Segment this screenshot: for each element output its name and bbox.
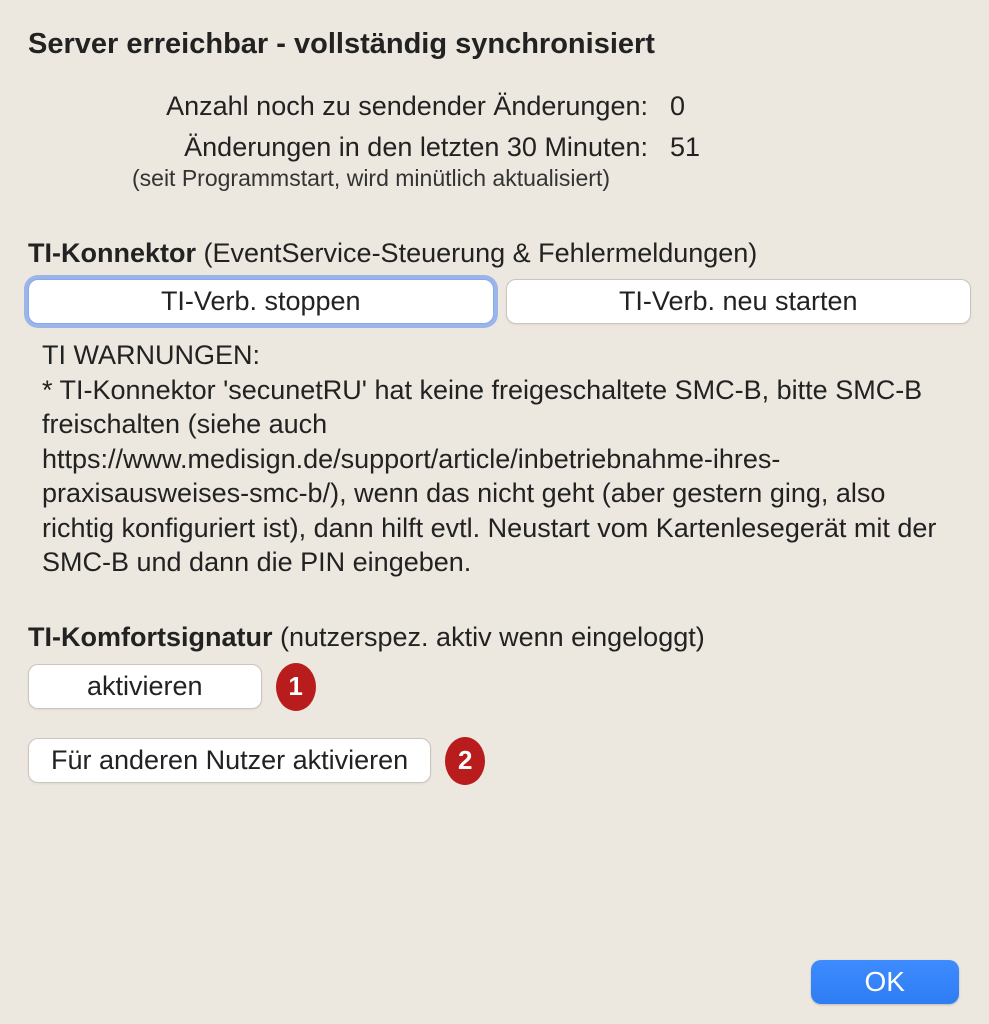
annotation-badge-2: 2 [445, 737, 485, 785]
recent-changes-note: (seit Programmstart, wird minütlich aktu… [132, 165, 971, 192]
recent-changes-label: Änderungen in den letzten 30 Minuten: [108, 132, 648, 163]
ti-connector-buttons: TI-Verb. stoppen TI-Verb. neu starten [28, 279, 971, 324]
ti-warnings-heading: TI WARNUNGEN: [42, 338, 963, 373]
dialog-panel: Server erreichbar - vollständig synchron… [0, 0, 989, 1024]
ti-signature-heading: TI-Komfortsignatur (nutzerspez. aktiv we… [28, 622, 971, 653]
pending-changes-label: Anzahl noch zu sendender Änderungen: [108, 91, 648, 122]
ti-warnings: TI WARNUNGEN: * TI-Konnektor 'secunetRU'… [42, 338, 963, 580]
header-title: Server erreichbar - vollständig synchron… [28, 28, 971, 61]
annotation-badge-1: 1 [276, 663, 316, 711]
ti-connector-subtitle: (EventService-Steuerung & Fehlermeldunge… [196, 238, 757, 268]
recent-changes-value: 51 [670, 132, 700, 163]
activate-other-row: Für anderen Nutzer aktivieren 2 [28, 737, 971, 785]
ti-signature-subtitle: (nutzerspez. aktiv wenn eingeloggt) [272, 622, 704, 652]
ti-warnings-body: * TI-Konnektor 'secunetRU' hat keine fre… [42, 373, 963, 580]
activate-other-user-button[interactable]: Für anderen Nutzer aktivieren [28, 738, 431, 783]
pending-changes-value: 0 [670, 91, 700, 122]
pending-changes-row: Anzahl noch zu sendender Änderungen: 0 [108, 91, 971, 122]
ti-connector-heading: TI-Konnektor (EventService-Steuerung & F… [28, 238, 971, 269]
ti-restart-button[interactable]: TI-Verb. neu starten [506, 279, 972, 324]
sync-stats: Anzahl noch zu sendender Änderungen: 0 Ä… [108, 91, 971, 192]
footer-actions: OK [811, 960, 959, 1004]
ti-stop-button[interactable]: TI-Verb. stoppen [28, 279, 494, 324]
ti-signature-title: TI-Komfortsignatur [28, 622, 272, 652]
activate-row: aktivieren 1 [28, 663, 971, 711]
ti-connector-title: TI-Konnektor [28, 238, 196, 268]
ok-button[interactable]: OK [811, 960, 959, 1004]
recent-changes-row: Änderungen in den letzten 30 Minuten: 51 [108, 132, 971, 163]
activate-button[interactable]: aktivieren [28, 664, 262, 709]
